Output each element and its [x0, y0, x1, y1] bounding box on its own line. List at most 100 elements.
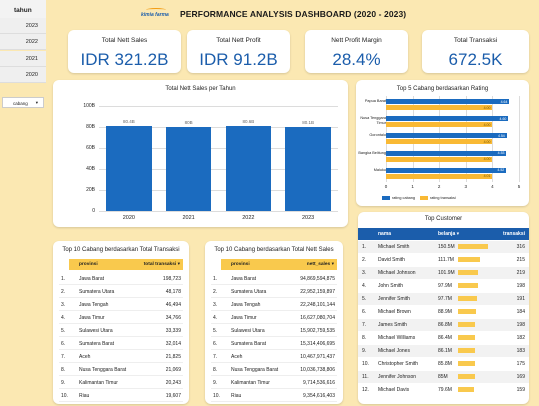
row-value: 20,243	[165, 380, 181, 386]
year-filter-sidebar: tahun 2023 2022 2021 2020 cabang ▾	[0, 0, 46, 406]
rating-transaksi-bar[interactable]	[386, 156, 493, 162]
rating-cabang-bar[interactable]	[386, 167, 507, 173]
column-header-total-transaksi[interactable]: total transaksi ▾	[144, 262, 180, 267]
sales-bar[interactable]	[285, 126, 331, 211]
sort-desc-icon: ▾	[177, 262, 180, 267]
customer-transaksi: 182	[516, 335, 525, 341]
row-value: 22,248,101,144	[300, 302, 335, 308]
y-category-label: Nusa Tenggara Timur	[360, 116, 386, 125]
kpi-card-profit-margin: Nett Profit Margin 28.4%	[305, 30, 408, 73]
spend-bar	[458, 374, 475, 379]
spend-bar	[458, 361, 476, 366]
table-row: 4. Jawa Timur 34,766	[59, 311, 183, 324]
table-row: 1. Michael Smith 150.5M 316	[358, 241, 529, 253]
customer-spend: 88.9M	[438, 309, 452, 315]
kpi-label: Total Nett Profit	[216, 37, 261, 44]
customer-spend: 85.8M	[438, 361, 452, 367]
row-number: 7.	[61, 354, 66, 360]
y-tick-label: 0	[92, 208, 95, 214]
rating-transaksi-bar[interactable]	[386, 173, 493, 179]
table-row: 6. Michael Brown 88.9M 184	[358, 306, 529, 318]
customer-transaksi: 169	[516, 374, 525, 380]
customer-transaksi: 183	[516, 348, 525, 354]
column-header-provinsi[interactable]: provinsi	[79, 262, 98, 267]
y-category-label: Papua Barat	[364, 99, 386, 103]
table-title: Top 10 Cabang berdasarkan Total Transaks…	[62, 247, 180, 253]
table-row: 7. Aceh 21,825	[59, 350, 183, 363]
table-row: 8. Nusa Tenggara Barat 21,069	[59, 363, 183, 376]
sales-bar[interactable]	[225, 126, 272, 211]
table-row: 6. Sumatera Barat 32,014	[59, 337, 183, 350]
rating-cabang-bar[interactable]	[386, 116, 509, 122]
row-provinsi: Sumatera Barat	[231, 341, 267, 347]
table-row: 7. Aceh 10,467,971,437	[211, 350, 337, 363]
customer-spend: 111.7M	[438, 257, 454, 263]
rating-transaksi-bar[interactable]	[386, 122, 493, 128]
row-value: 21,069	[165, 367, 181, 373]
row-number: 5.	[213, 328, 218, 334]
bar-data-label: 4.60	[499, 116, 507, 121]
row-number: 1.	[61, 276, 66, 282]
row-provinsi: Riau	[79, 393, 90, 399]
table-row: 4. John Smith 97.9M 198	[358, 280, 529, 292]
customer-name: Michael Smith	[378, 244, 410, 250]
column-header-provinsi[interactable]: provinsi	[231, 262, 250, 267]
table-title: Top Customer	[424, 216, 463, 222]
row-value: 21,825	[165, 354, 181, 360]
y-tick-label: 100B	[83, 103, 95, 109]
sales-bar[interactable]	[165, 127, 212, 211]
customer-name: Michael Johnson	[378, 270, 416, 276]
table-row: 3. Michael Johnson 101.9M 219	[358, 267, 529, 279]
row-number: 6.	[61, 341, 66, 347]
kpi-card-nett-profit: Total Nett Profit IDR 91.2B	[187, 30, 290, 73]
sort-desc-icon: ▾	[331, 262, 334, 267]
y-tick-label: 80B	[86, 124, 95, 130]
row-number: 2.	[362, 257, 367, 263]
rating-cabang-bar[interactable]	[386, 150, 507, 156]
table-row: 2. David Smith 111.7M 215	[358, 254, 529, 266]
table-header: provinsi nett_sales ▾	[221, 259, 337, 270]
branch-filter-dropdown[interactable]: cabang ▾	[2, 97, 44, 108]
year-option-2021[interactable]: 2021	[0, 51, 46, 67]
customer-spend: 86.1M	[438, 348, 452, 354]
spend-bar	[458, 348, 476, 353]
rating-cabang-bar[interactable]	[386, 99, 510, 104]
row-number: 4.	[61, 315, 66, 321]
rating-transaksi-bar[interactable]	[386, 105, 493, 110]
grid-line	[99, 211, 338, 212]
year-option-2022[interactable]: 2022	[0, 34, 46, 50]
row-number: 3.	[362, 270, 367, 276]
row-number: 8.	[362, 335, 367, 341]
row-provinsi: Sumatera Utara	[79, 289, 115, 295]
customer-transaksi: 175	[516, 361, 525, 367]
table-row: 5. Sulawesi Utara 15,902,759,535	[211, 324, 337, 337]
top-rating-chart: Top 5 Cabang berdasarkan Rating 0 1 2 3 4 5 Pa…	[356, 80, 529, 206]
column-header-nama[interactable]: nama	[378, 231, 391, 237]
row-number: 12.	[362, 387, 369, 393]
customer-spend: 86.4M	[438, 335, 452, 341]
row-value: 94,869,594,875	[300, 276, 335, 282]
column-header-nett-sales[interactable]: nett_sales ▾	[307, 262, 334, 267]
row-number: 6.	[213, 341, 218, 347]
year-option-2023[interactable]: 2023	[0, 18, 46, 34]
year-option-2020[interactable]: 2020	[0, 67, 46, 83]
customer-name: John Smith	[378, 283, 404, 289]
kpi-card-total-transaksi: Total Transaksi 672.5K	[422, 30, 529, 73]
row-provinsi: Jawa Tengah	[231, 302, 261, 308]
column-header-transaksi[interactable]: transaksi	[503, 231, 525, 237]
row-provinsi: Sumatera Barat	[79, 341, 115, 347]
row-provinsi: Sulawesi Utara	[231, 328, 265, 334]
rating-transaksi-bar[interactable]	[386, 139, 493, 145]
sales-bar[interactable]	[106, 126, 152, 211]
row-provinsi: Kalimantan Timur	[231, 380, 270, 386]
bar-data-label: 80.1B	[302, 119, 314, 125]
bar-data-label: 4.01	[483, 174, 491, 179]
bar-data-label: 80.4B	[122, 119, 135, 125]
x-tick-label: 4	[491, 184, 494, 189]
column-header-belanja[interactable]: belanja ▾	[438, 231, 459, 237]
customer-name: Michael Brown	[378, 309, 411, 315]
table-row: 3. Jawa Tengah 22,248,101,144	[211, 298, 337, 311]
rating-cabang-bar[interactable]	[386, 133, 507, 139]
table-row: 9. Kalimantan Timur 20,243	[59, 376, 183, 389]
table-row: 3. Jawa Tengah 46,494	[59, 298, 183, 311]
